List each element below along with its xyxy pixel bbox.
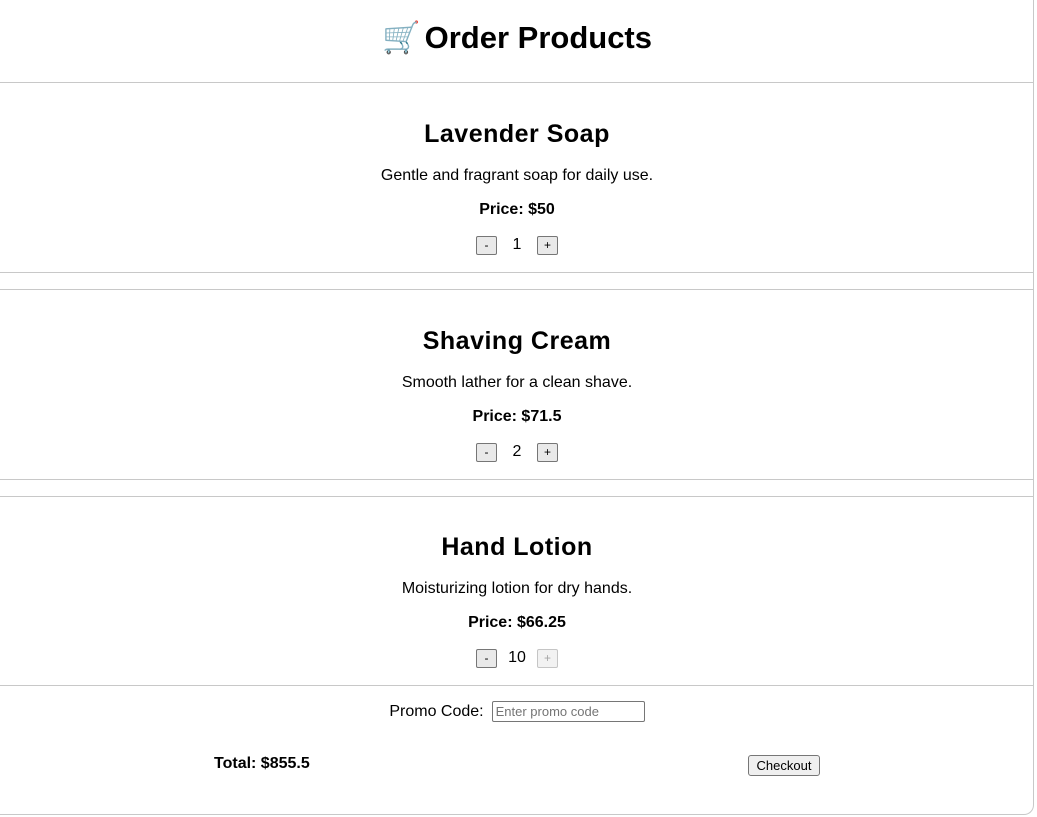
increment-button[interactable]: +	[537, 648, 558, 668]
checkout-button[interactable]: Checkout	[748, 755, 820, 776]
promo-code-label: Promo Code:	[389, 702, 484, 720]
order-total: Total: $855.5	[214, 755, 310, 772]
promo-code-row: Promo Code:	[0, 701, 1034, 722]
quantity-stepper: - 10 +	[0, 647, 1034, 669]
page-title: 🛒 Order Products	[0, 18, 1034, 58]
decrement-button[interactable]: -	[476, 235, 497, 255]
decrement-button[interactable]: -	[476, 648, 497, 668]
product-name: Shaving Cream	[422, 327, 612, 355]
product-price: Price: $50	[479, 201, 555, 218]
shopping-cart-icon: 🛒	[382, 20, 421, 55]
product-card-hand-lotion: Hand Lotion Moisturizing lotion for dry …	[0, 497, 1034, 685]
product-card-lavender-soap: Lavender Soap Gentle and fragrant soap f…	[0, 83, 1034, 272]
product-name: Lavender Soap	[424, 120, 610, 148]
quantity-value: 2	[512, 443, 522, 460]
increment-button[interactable]: +	[537, 235, 558, 255]
product-description: Moisturizing lotion for dry hands.	[401, 580, 633, 597]
quantity-stepper: - 1 +	[0, 234, 1034, 256]
product-card-shaving-cream: Shaving Cream Smooth lather for a clean …	[0, 290, 1034, 479]
divider	[0, 272, 1034, 273]
divider	[0, 479, 1034, 480]
product-price: Price: $71.5	[472, 408, 562, 425]
increment-button[interactable]: +	[537, 442, 558, 462]
product-description: Gentle and fragrant soap for daily use.	[380, 167, 654, 184]
divider	[0, 685, 1034, 686]
product-price: Price: $66.25	[468, 614, 566, 631]
quantity-stepper: - 2 +	[0, 441, 1034, 463]
quantity-value: 1	[512, 236, 522, 253]
quantity-value: 10	[508, 649, 526, 666]
page-title-text: Order Products	[424, 20, 652, 55]
decrement-button[interactable]: -	[476, 442, 497, 462]
promo-code-input[interactable]	[491, 701, 645, 722]
product-name: Hand Lotion	[441, 533, 593, 561]
product-description: Smooth lather for a clean shave.	[401, 374, 633, 391]
